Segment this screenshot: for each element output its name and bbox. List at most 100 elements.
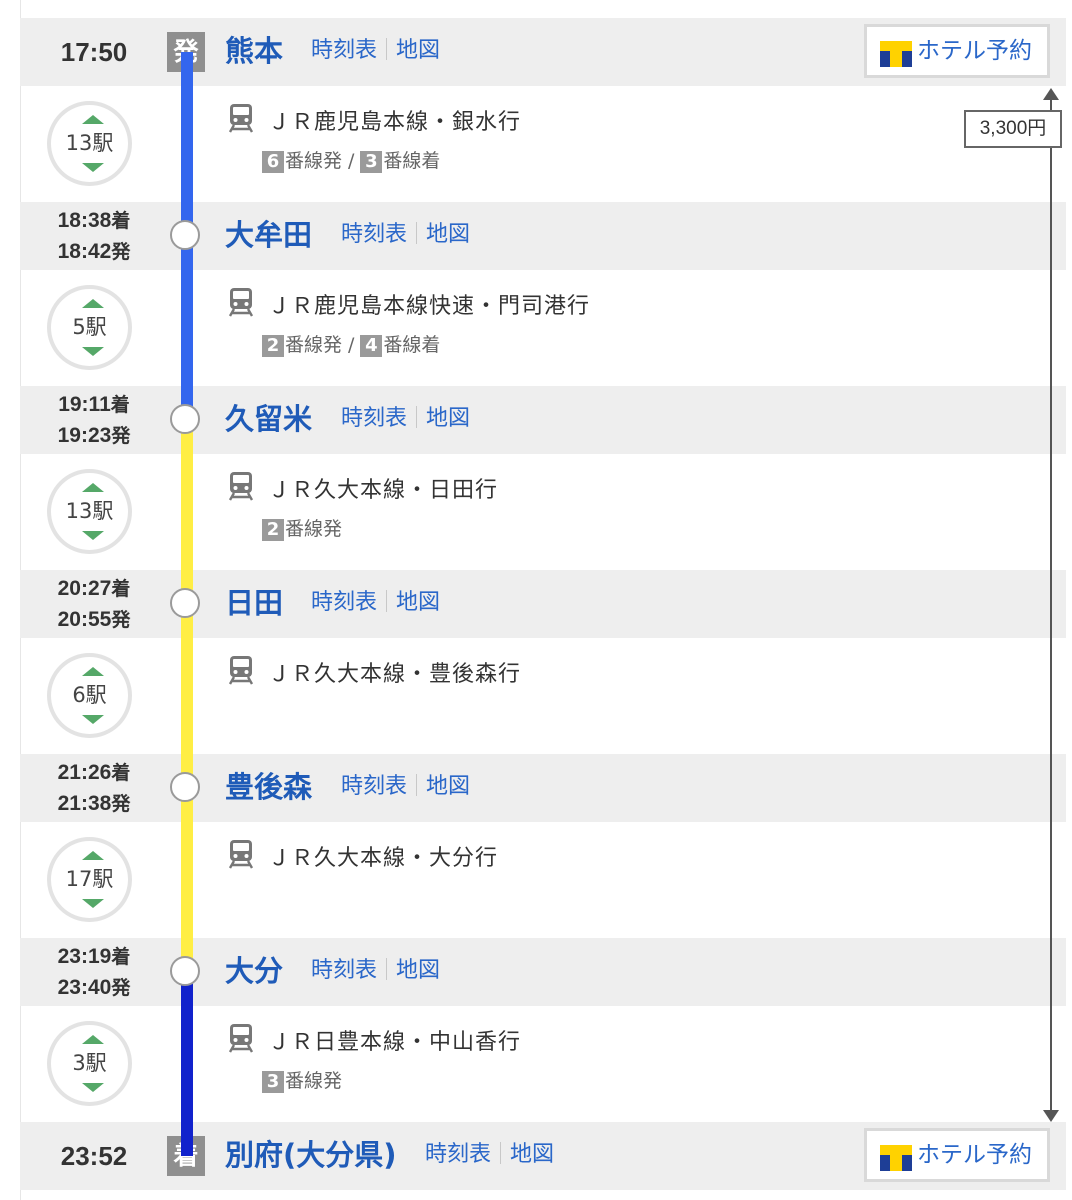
stop-count: 13駅: [65, 131, 114, 155]
arrow-up-icon: [1043, 88, 1059, 100]
segment: 3駅 ＪＲ日豊本線・中山香行 3 番線発: [20, 1006, 1066, 1122]
segment: 6駅 ＪＲ久大本線・豊後森行: [20, 638, 1066, 754]
station-name[interactable]: 大分: [225, 938, 283, 1004]
t-logo-right-part: [902, 51, 912, 67]
arrow-down-icon: [1043, 1110, 1059, 1122]
departure-time: 21:38発: [20, 789, 168, 820]
map-link[interactable]: 地図: [396, 590, 440, 615]
stop-count-toggle[interactable]: 13駅: [47, 469, 132, 554]
train-line-name: ＪＲ久大本線・大分行: [268, 846, 499, 871]
link-separator: [386, 958, 388, 980]
fare-bracket-line: [1050, 98, 1052, 1112]
link-separator: [416, 222, 418, 244]
station-links: 時刻表 地図: [341, 386, 470, 452]
arrival-time-value: 18:38: [57, 209, 112, 232]
station-links: 時刻表 地図: [341, 202, 470, 268]
arrival-time-value: 23:19: [57, 945, 112, 968]
arrival-platform-label: 番線着: [383, 150, 441, 172]
timetable-link[interactable]: 時刻表: [425, 1142, 491, 1167]
timetable-link[interactable]: 時刻表: [341, 222, 407, 247]
train-icon: [227, 287, 255, 317]
hotel-reservation-button[interactable]: ホテル予約: [864, 1128, 1050, 1182]
expand-up-icon: [82, 299, 104, 308]
station-links: 時刻表 地図: [311, 18, 440, 84]
hotel-reservation-button[interactable]: ホテル予約: [864, 24, 1050, 78]
segment: 13駅 ＪＲ鹿児島本線・銀水行 6 番線発/3 番線着: [20, 86, 1066, 202]
t-point-logo-icon: [880, 1145, 912, 1171]
hotel-reservation-label: ホテル予約: [917, 38, 1032, 64]
station-time: 17:50: [60, 37, 128, 67]
segment: 5駅 ＪＲ鹿児島本線快速・門司港行 2 番線発/4 番線着: [20, 270, 1066, 386]
fare-bracket: [1043, 88, 1059, 1122]
train-icon: [227, 839, 255, 869]
map-link[interactable]: 地図: [426, 774, 470, 799]
station-row: 20:27着 20:55発 日田 時刻表 地図: [20, 570, 1066, 638]
departure-suffix: 発: [111, 610, 131, 631]
stop-count: 17駅: [65, 867, 114, 891]
map-link[interactable]: 地図: [396, 38, 440, 63]
departure-time-value: 20:55: [57, 608, 112, 631]
timetable-link[interactable]: 時刻表: [341, 774, 407, 799]
stop-count: 13駅: [65, 499, 114, 523]
stop-count-toggle[interactable]: 13駅: [47, 101, 132, 186]
stop-count-toggle[interactable]: 3駅: [47, 1021, 132, 1106]
station-time: 23:19着 23:40発: [20, 942, 168, 1004]
t-point-logo-icon: [880, 41, 912, 67]
map-link[interactable]: 地図: [426, 406, 470, 431]
arrival-suffix: 着: [111, 211, 131, 232]
stop-count-toggle[interactable]: 17駅: [47, 837, 132, 922]
link-separator: [416, 774, 418, 796]
arrival-time-value: 21:26: [57, 761, 112, 784]
route-line-segment: [181, 788, 193, 972]
map-link[interactable]: 地図: [510, 1142, 554, 1167]
link-separator: [386, 590, 388, 612]
station-name[interactable]: 熊本: [225, 18, 283, 84]
arrival-suffix: 着: [111, 763, 131, 784]
station-name[interactable]: 豊後森: [225, 754, 312, 820]
link-separator: [500, 1142, 502, 1164]
station-links: 時刻表 地図: [311, 570, 440, 636]
stop-count-toggle[interactable]: 6駅: [47, 653, 132, 738]
station-name[interactable]: 日田: [225, 570, 283, 636]
station-time: 18:38着 18:42発: [20, 206, 168, 268]
station-name[interactable]: 大牟田: [225, 202, 312, 268]
arrival-time: 23:19着: [20, 942, 168, 973]
departure-time-value: 19:23: [57, 424, 112, 447]
station-time: 23:52: [60, 1141, 128, 1171]
station-node: [170, 220, 200, 250]
arrival-time: 18:38着: [20, 206, 168, 237]
expand-up-icon: [82, 483, 104, 492]
departure-suffix: 発: [111, 242, 131, 263]
map-link[interactable]: 地図: [426, 222, 470, 247]
timetable-link[interactable]: 時刻表: [311, 958, 377, 983]
segment: 13駅 ＪＲ久大本線・日田行 2 番線発: [20, 454, 1066, 570]
train-line-name: ＪＲ久大本線・日田行: [268, 478, 499, 503]
stop-count: 6駅: [72, 683, 107, 707]
station-time: 19:11着 19:23発: [20, 390, 168, 452]
departure-time: 19:23発: [20, 421, 168, 452]
platform-info: 3 番線発: [262, 1066, 342, 1093]
train-line-name: ＪＲ鹿児島本線・銀水行: [268, 110, 522, 135]
expand-down-icon: [82, 1083, 104, 1092]
expand-down-icon: [82, 347, 104, 356]
map-link[interactable]: 地図: [396, 958, 440, 983]
departure-platform-label: 番線発: [285, 518, 343, 540]
departure-platform-number: 2: [262, 519, 284, 541]
departure-time: 20:55発: [20, 605, 168, 636]
timetable-link[interactable]: 時刻表: [311, 38, 377, 63]
expand-up-icon: [82, 115, 104, 124]
train-icon: [227, 471, 255, 501]
station-links: 時刻表 地図: [311, 938, 440, 1004]
station-node: [170, 772, 200, 802]
timetable-link[interactable]: 時刻表: [311, 590, 377, 615]
station-name[interactable]: 久留米: [225, 386, 312, 452]
station-row: 23:52着別府(大分県)時刻表地図ホテル予約: [20, 1122, 1066, 1190]
station-name[interactable]: 別府(大分県): [225, 1122, 397, 1188]
expand-up-icon: [82, 851, 104, 860]
route-line-segment: [181, 52, 193, 236]
stop-count-toggle[interactable]: 5駅: [47, 285, 132, 370]
timetable-link[interactable]: 時刻表: [341, 406, 407, 431]
t-logo-right-part: [902, 1155, 912, 1171]
departure-platform-number: 3: [262, 1071, 284, 1093]
segment: 17駅 ＪＲ久大本線・大分行: [20, 822, 1066, 938]
